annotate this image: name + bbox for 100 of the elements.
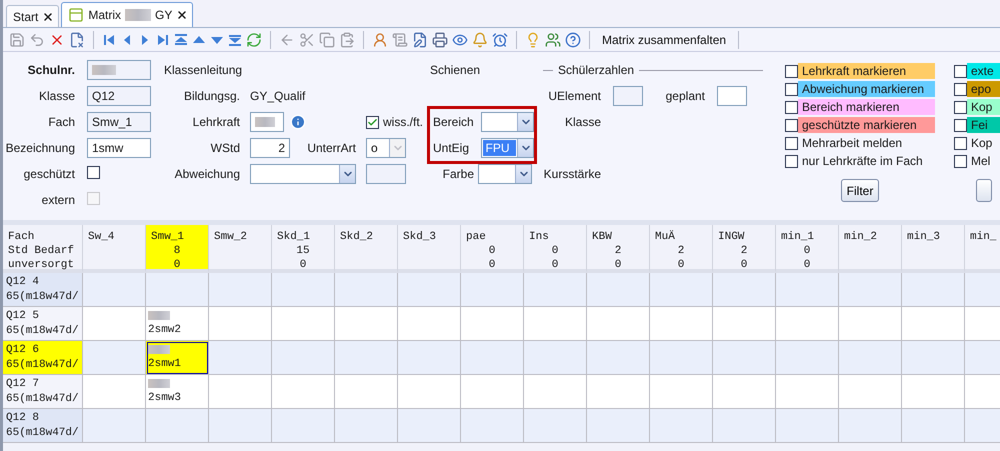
input-field[interactable]: 2: [250, 138, 290, 158]
row-header[interactable]: Q12 5 65(m18w47d/: [3, 307, 83, 341]
collapse-matrix-button[interactable]: Matrix zusammenfalten: [598, 32, 730, 46]
row-header[interactable]: Q12 4 65(m18w47d/: [3, 273, 83, 307]
table-cell[interactable]: [209, 409, 272, 443]
save-icon[interactable]: [9, 32, 25, 48]
table-cell[interactable]: [209, 307, 272, 341]
dropdown[interactable]: [250, 164, 356, 184]
table-cell[interactable]: [335, 341, 398, 375]
column-header[interactable]: Skd_2: [335, 225, 398, 273]
table-cell[interactable]: [839, 409, 902, 443]
cut-icon[interactable]: [299, 32, 315, 48]
input-field[interactable]: [717, 86, 747, 106]
table-cell[interactable]: [398, 375, 461, 409]
table-cell[interactable]: [902, 375, 965, 409]
table-cell[interactable]: [713, 409, 776, 443]
column-header[interactable]: INGW 2 0: [713, 225, 776, 273]
column-header[interactable]: Ins 0 0: [524, 225, 587, 273]
checkbox[interactable]: [954, 100, 967, 114]
input-field[interactable]: 1smw: [87, 138, 151, 158]
table-cell[interactable]: [776, 409, 839, 443]
table-cell[interactable]: [713, 307, 776, 341]
alarm-clock-icon[interactable]: [492, 32, 508, 48]
scroll-icon[interactable]: [392, 32, 408, 48]
checkbox[interactable]: [954, 82, 967, 96]
column-header[interactable]: pae 0 0: [461, 225, 524, 273]
table-cell[interactable]: [335, 409, 398, 443]
undo-icon[interactable]: [29, 32, 45, 48]
copy-icon[interactable]: [319, 32, 335, 48]
table-cell[interactable]: [713, 341, 776, 375]
table-cell[interactable]: [839, 341, 902, 375]
dropdown[interactable]: [478, 164, 532, 184]
table-cell[interactable]: [650, 409, 713, 443]
checkbox[interactable]: [785, 82, 798, 96]
table-cell[interactable]: [524, 375, 587, 409]
table-cell[interactable]: [587, 273, 650, 307]
table-cell[interactable]: [272, 341, 335, 375]
table-cell[interactable]: [902, 307, 965, 341]
checkbox[interactable]: [954, 64, 967, 78]
table-cell[interactable]: [839, 273, 902, 307]
column-header[interactable]: Sw_4: [83, 225, 146, 273]
table-cell[interactable]: [461, 375, 524, 409]
input-field[interactable]: [366, 164, 406, 184]
table-cell[interactable]: [83, 409, 146, 443]
table-cell[interactable]: [272, 375, 335, 409]
table-cell[interactable]: [650, 341, 713, 375]
checkbox[interactable]: [785, 64, 798, 78]
table-cell[interactable]: [650, 375, 713, 409]
table-cell[interactable]: [587, 409, 650, 443]
table-cell[interactable]: [209, 273, 272, 307]
table-cell[interactable]: [146, 409, 209, 443]
table-cell[interactable]: [902, 273, 965, 307]
row-header[interactable]: Q12 7 65(m18w47d/: [3, 375, 83, 409]
filter-button[interactable]: Filter: [840, 179, 880, 202]
table-cell[interactable]: [524, 409, 587, 443]
table-cell[interactable]: [587, 375, 650, 409]
input-field[interactable]: [87, 60, 151, 80]
checkbox[interactable]: [785, 118, 798, 132]
printer-icon[interactable]: [432, 32, 448, 48]
table-cell[interactable]: 2smw1: [146, 341, 209, 375]
table-cell[interactable]: [83, 375, 146, 409]
person-icon[interactable]: [372, 32, 388, 48]
dropdown[interactable]: FPU: [480, 138, 534, 158]
column-header[interactable]: KBW 2 0: [587, 225, 650, 273]
table-cell[interactable]: [272, 307, 335, 341]
checkbox[interactable]: [785, 154, 798, 168]
table-cell[interactable]: [272, 409, 335, 443]
tab[interactable]: Start: [6, 5, 60, 27]
table-cell[interactable]: [839, 375, 902, 409]
column-header[interactable]: Smw_2: [209, 225, 272, 273]
table-cell[interactable]: [335, 375, 398, 409]
table-cell[interactable]: [209, 341, 272, 375]
dropdown[interactable]: [480, 112, 534, 132]
column-header[interactable]: MuÄ 2 0: [650, 225, 713, 273]
help-icon[interactable]: [565, 32, 581, 48]
info-icon[interactable]: [290, 114, 306, 130]
refresh-icon[interactable]: [246, 32, 262, 48]
table-cell[interactable]: [272, 273, 335, 307]
table-cell[interactable]: [461, 307, 524, 341]
table-cell[interactable]: [398, 273, 461, 307]
table-cell[interactable]: [650, 307, 713, 341]
table-cell[interactable]: [776, 375, 839, 409]
first-icon[interactable]: [102, 32, 116, 46]
table-cell[interactable]: [524, 307, 587, 341]
checkbox[interactable]: [366, 116, 379, 128]
input-field[interactable]: Smw_1: [87, 112, 151, 132]
bell-icon[interactable]: [472, 32, 488, 48]
table-cell[interactable]: [524, 273, 587, 307]
table-cell[interactable]: [146, 273, 209, 307]
table-cell[interactable]: [650, 273, 713, 307]
checkbox[interactable]: [954, 154, 967, 168]
table-cell[interactable]: [776, 273, 839, 307]
column-header[interactable]: min_1 0 0: [776, 225, 839, 273]
column-header[interactable]: Skd_1 15 0: [272, 225, 335, 273]
column-header[interactable]: min_3: [902, 225, 965, 273]
table-cell[interactable]: [398, 341, 461, 375]
table-cell[interactable]: [713, 273, 776, 307]
column-header[interactable]: min_2: [839, 225, 902, 273]
row-header[interactable]: Q12 8 65(m18w47d/: [3, 409, 83, 443]
table-cell[interactable]: [776, 341, 839, 375]
